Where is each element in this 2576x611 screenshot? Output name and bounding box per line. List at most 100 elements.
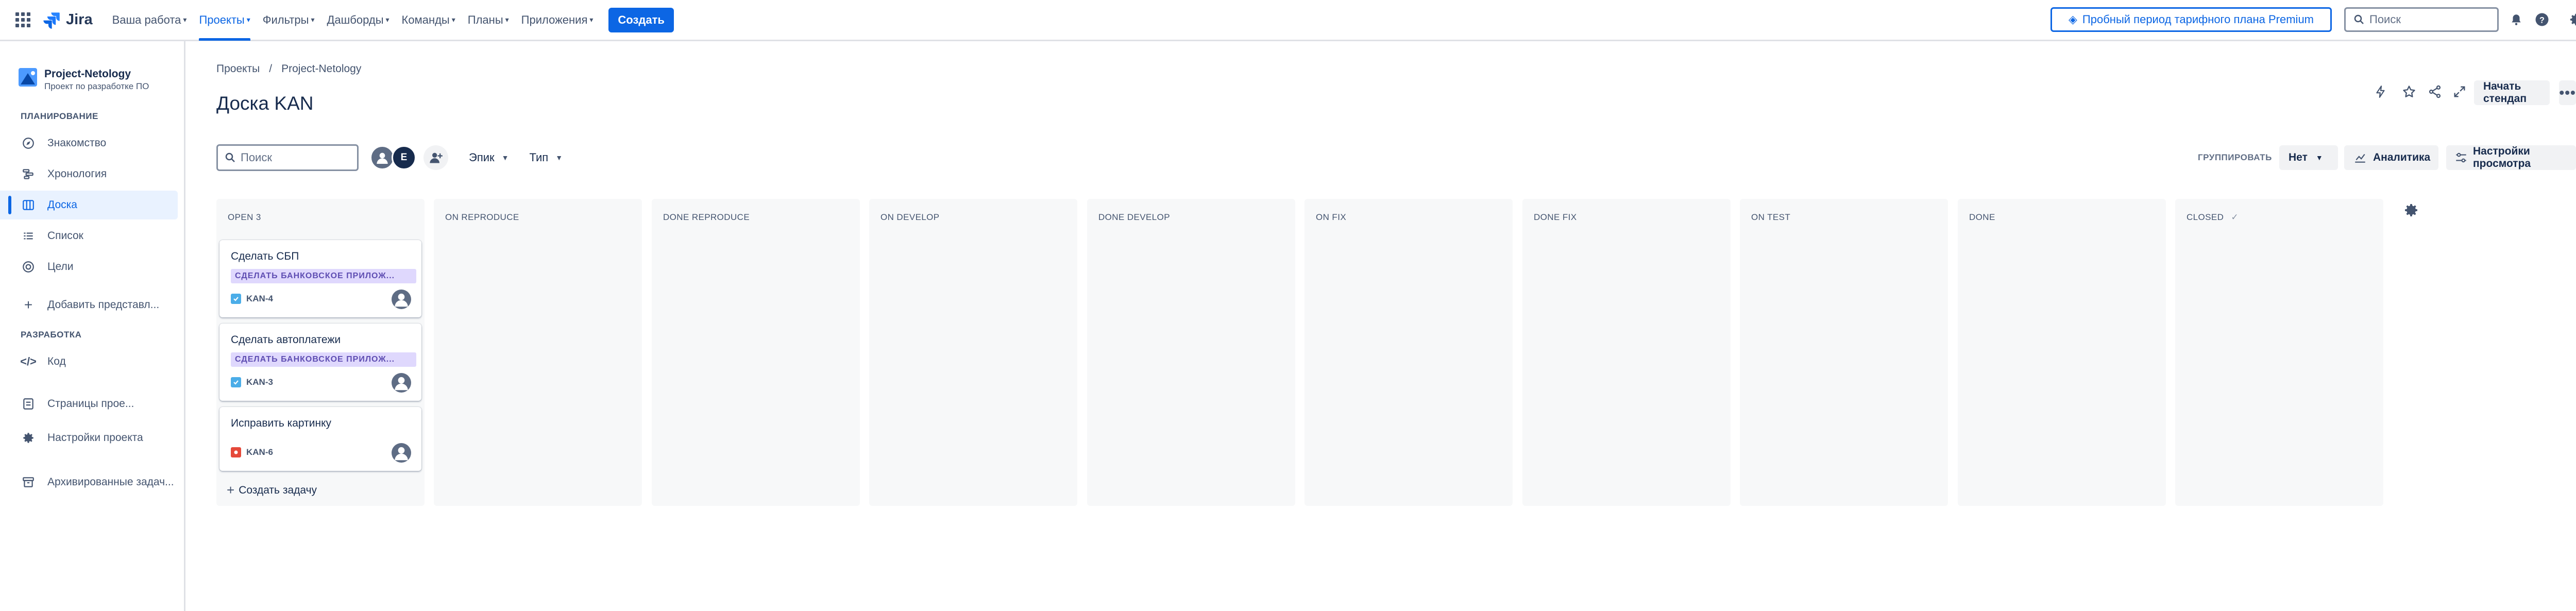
assignee-avatar[interactable] <box>392 290 411 309</box>
premium-trial-label: Пробный период тарифного плана Premium <box>2082 13 2314 26</box>
board-column-closed: CLOSED ✓ <box>2175 199 2383 506</box>
more-actions-button[interactable]: ••• <box>2559 80 2576 105</box>
column-title: ON REPRODUCE <box>445 212 519 222</box>
global-search-input[interactable]: Поиск <box>2344 7 2499 32</box>
chevron-down-icon: ▼ <box>501 154 509 162</box>
board-column-done: DONE <box>1958 199 2166 506</box>
plus-icon: + <box>227 482 235 498</box>
column-title: DONE FIX <box>1534 212 1577 222</box>
sidebar-item-project-settings[interactable]: Настройки проекта <box>0 423 178 452</box>
code-icon: </> <box>20 355 37 368</box>
board-column-open: OPEN 3 Сделать СБП СДЕЛАТЬ БАНКОВСКОЕ ПР… <box>216 199 425 506</box>
nav-your-work[interactable]: Ваша работа ▾ <box>112 0 187 41</box>
nav-label: Команды <box>401 13 450 26</box>
sidebar-item-goals[interactable]: Цели <box>0 252 178 281</box>
premium-trial-button[interactable]: ◈ Пробный период тарифного плана Premium <box>2050 7 2332 32</box>
jira-logo[interactable]: Jira <box>42 11 93 29</box>
app-switcher-icon[interactable] <box>15 12 31 28</box>
sidebar-item-board[interactable]: Доска <box>0 191 178 219</box>
share-icon[interactable] <box>2428 84 2442 101</box>
sidebar-item-label: Хронология <box>47 168 107 180</box>
avatar-user[interactable]: E <box>392 145 416 170</box>
issue-key-text: KAN-4 <box>246 294 273 303</box>
search-icon <box>225 152 235 162</box>
issue-card[interactable]: Сделать СБП СДЕЛАТЬ БАНКОВСКОЕ ПРИЛОЖ...… <box>219 240 421 317</box>
nav-teams[interactable]: Команды ▾ <box>402 0 455 41</box>
project-name: Project-Netology <box>44 68 131 80</box>
nav-dashboards[interactable]: Дашборды ▾ <box>327 0 389 41</box>
nav-plans[interactable]: Планы ▾ <box>468 0 509 41</box>
section-planning: ПЛАНИРОВАНИЕ <box>21 111 98 121</box>
column-title: DONE <box>1969 212 1995 222</box>
board-icon <box>21 197 36 213</box>
board-column-done-reproduce: DONE REPRODUCE <box>652 199 860 506</box>
issue-key-text: KAN-6 <box>246 447 273 457</box>
type-filter-dropdown[interactable]: Тип ▼ <box>530 151 563 164</box>
jira-logo-text: Jira <box>66 11 93 28</box>
settings-gear-icon[interactable] <box>2567 10 2576 29</box>
analytics-label: Аналитика <box>2373 151 2431 163</box>
sidebar-item-add-view[interactable]: + Добавить представл... <box>0 291 178 319</box>
plus-icon: + <box>24 297 33 313</box>
goal-icon <box>21 259 36 275</box>
notifications-icon[interactable] <box>2507 10 2526 29</box>
project-type: Проект по разработке ПО <box>44 81 149 91</box>
issue-card[interactable]: Сделать автоплатежи СДЕЛАТЬ БАНКОВСКОЕ П… <box>219 324 421 401</box>
jira-logo-icon <box>43 12 60 29</box>
project-header[interactable]: Project-Netology Проект по разработке ПО <box>19 68 149 92</box>
board-column-on-test: ON TEST <box>1740 199 1948 506</box>
analytics-button[interactable]: Аналитика <box>2344 145 2439 170</box>
sidebar-item-list[interactable]: Список <box>0 222 178 250</box>
board-column-on-develop: ON DEVELOP <box>869 199 1077 506</box>
chevron-down-icon: ▾ <box>311 15 315 24</box>
board-settings-icon[interactable] <box>2402 201 2420 219</box>
sidebar-item-code[interactable]: </> Код <box>0 347 178 376</box>
start-standup-button[interactable]: Начать стендап <box>2474 80 2550 105</box>
avatar-unassigned[interactable] <box>370 145 395 170</box>
search-placeholder: Поиск <box>241 151 272 164</box>
automation-icon[interactable] <box>2374 85 2387 101</box>
sidebar-item-summary[interactable]: Знакомство <box>0 129 178 158</box>
epic-filter-dropdown[interactable]: Эпик ▼ <box>469 151 509 164</box>
svg-text:?: ? <box>2539 15 2545 25</box>
create-button[interactable]: Создать <box>608 7 674 32</box>
board-search-input[interactable]: Поиск <box>216 144 359 171</box>
sidebar-item-label: Архивированные задач... <box>47 476 174 488</box>
sidebar-item-label: Страницы прое... <box>47 398 134 410</box>
add-people-button[interactable] <box>423 145 448 170</box>
help-icon[interactable]: ? <box>2533 10 2551 29</box>
chevron-down-icon: ▼ <box>2315 154 2323 162</box>
nav-label: Дашборды <box>327 13 384 26</box>
issue-title: Сделать автоплатежи <box>231 334 341 346</box>
breadcrumb-project[interactable]: Project-Netology <box>281 63 361 75</box>
create-task-button[interactable]: + Создать задачу <box>227 482 317 498</box>
sidebar-item-archived[interactable]: Архивированные задач... <box>0 468 178 497</box>
sidebar-item-pages[interactable]: Страницы прое... <box>0 389 178 418</box>
sidebar-item-label: Список <box>47 230 83 242</box>
nav-filters[interactable]: Фильтры ▾ <box>263 0 315 41</box>
assignee-avatar[interactable] <box>392 373 411 393</box>
group-by-dropdown[interactable]: Нет ▼ <box>2279 145 2338 170</box>
issue-card[interactable]: Исправить картинку KAN-6 <box>219 407 421 471</box>
issue-key: KAN-4 <box>231 294 273 304</box>
nav-apps[interactable]: Приложения ▾ <box>521 0 594 41</box>
search-icon <box>2354 14 2364 24</box>
header-actions: Начать стендап ••• <box>2374 80 2576 105</box>
issue-key: KAN-3 <box>231 377 273 387</box>
nav-label: Фильтры <box>262 13 309 26</box>
chevron-down-icon: ▾ <box>183 15 187 24</box>
sliders-icon <box>2454 150 2468 165</box>
star-icon[interactable] <box>2402 84 2416 101</box>
epic-tag[interactable]: СДЕЛАТЬ БАНКОВСКОЕ ПРИЛОЖ... <box>231 352 416 367</box>
breadcrumb-projects[interactable]: Проекты <box>216 63 260 75</box>
column-title: DONE DEVELOP <box>1098 212 1170 222</box>
gem-icon: ◈ <box>2069 13 2077 26</box>
nav-projects[interactable]: Проекты ▾ <box>199 0 251 41</box>
view-settings-button[interactable]: Настройки просмотра <box>2446 145 2576 170</box>
assignee-avatar[interactable] <box>392 443 411 463</box>
task-icon <box>231 294 241 304</box>
fullscreen-icon[interactable] <box>2452 84 2467 101</box>
sidebar-item-timeline[interactable]: Хронология <box>0 160 178 189</box>
epic-tag[interactable]: СДЕЛАТЬ БАНКОВСКОЕ ПРИЛОЖ... <box>231 269 416 283</box>
issue-key: KAN-6 <box>231 447 273 457</box>
